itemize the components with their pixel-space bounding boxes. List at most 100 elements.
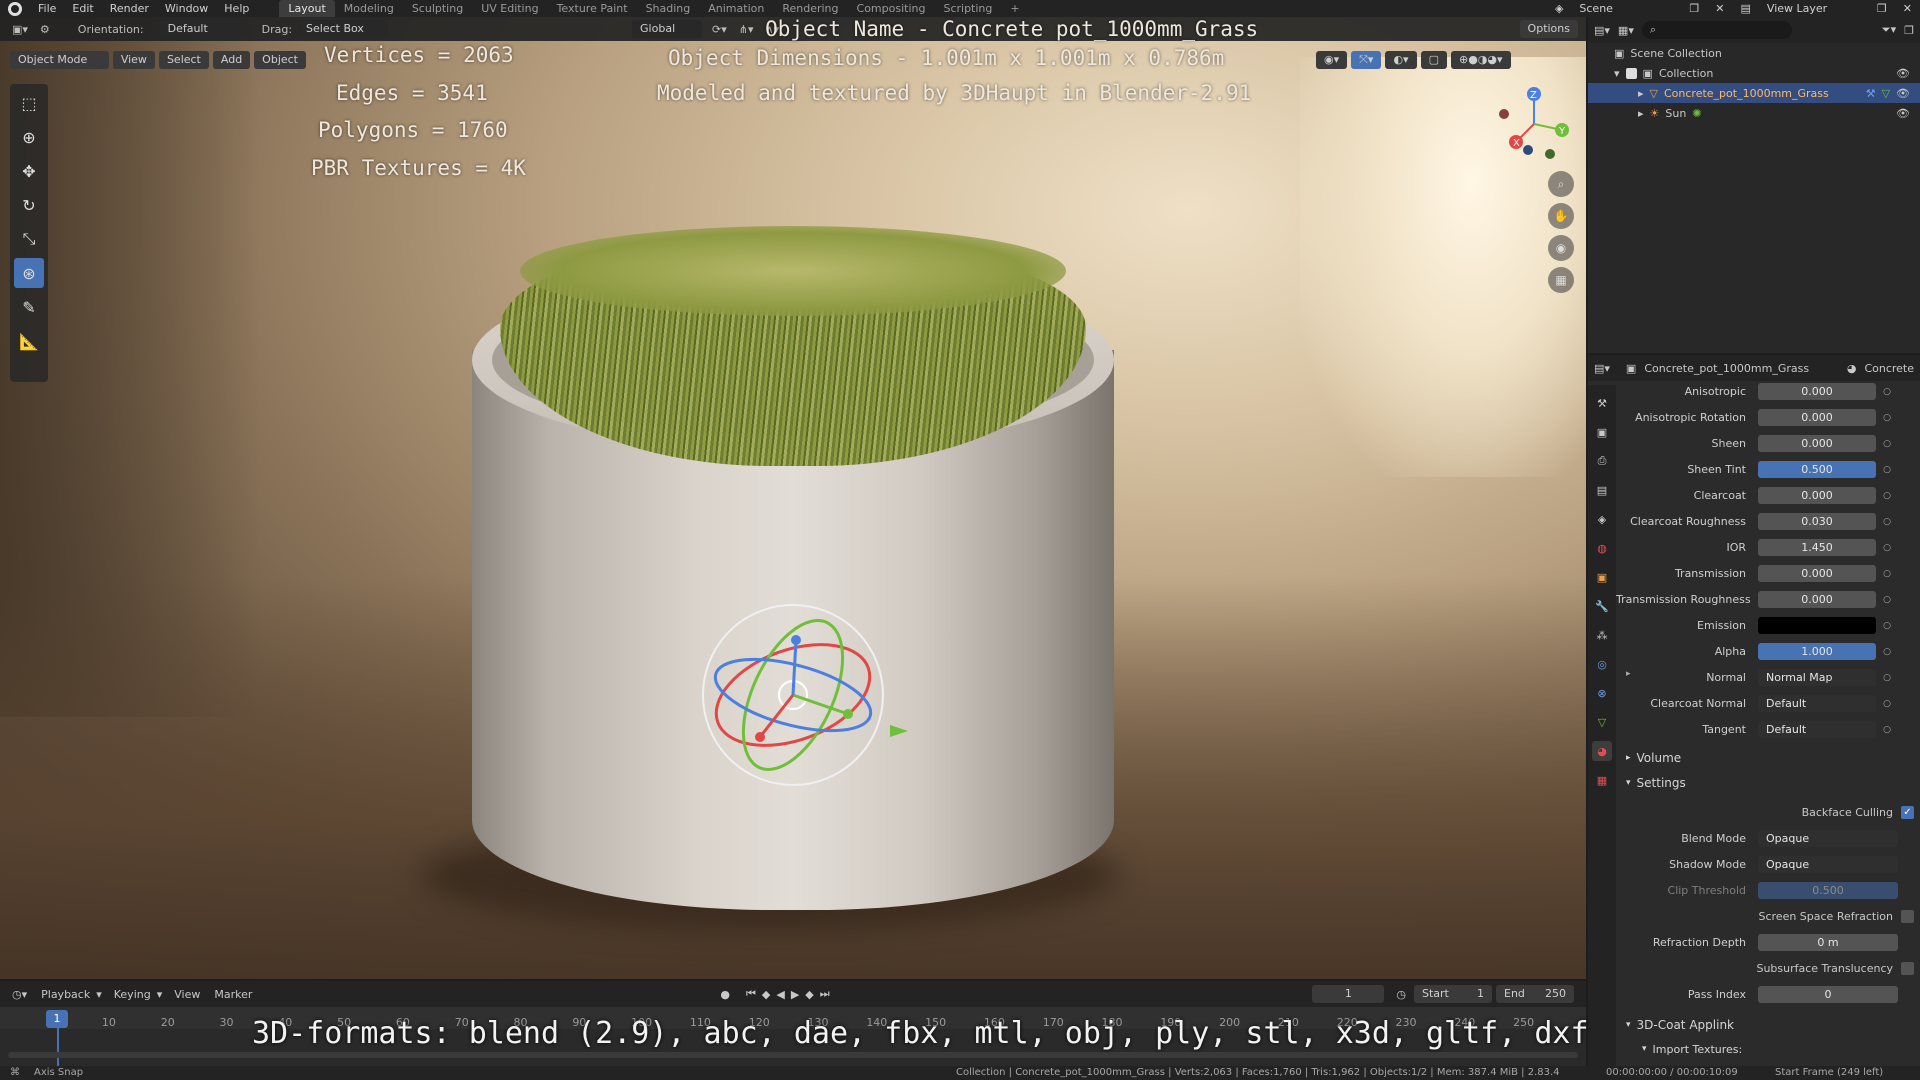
keyframe-dot-icon[interactable]: ○ [1882, 699, 1892, 709]
render-tab-icon[interactable]: ▣ [1592, 422, 1612, 442]
scene-name[interactable]: Scene [1571, 0, 1681, 17]
filter-icon[interactable]: ⏷▾ [1882, 23, 1896, 37]
display-mode-icon[interactable]: ▦▾ [1618, 24, 1634, 37]
prop-field-ior[interactable]: 1.450 [1758, 539, 1876, 556]
tool-settings-icon[interactable]: ⚙ [40, 23, 50, 36]
particles-tab-icon[interactable]: ⁂ [1592, 625, 1612, 645]
add-workspace-button[interactable]: + [1001, 0, 1028, 17]
select-box-tool-icon[interactable]: ⬚ [14, 88, 44, 118]
expand-arrow-icon[interactable]: ▸ [1638, 87, 1644, 100]
prop-field-sheen-tint[interactable]: 0.500 [1758, 461, 1876, 478]
new-collection-icon[interactable]: ❐ [1904, 24, 1914, 37]
tool-tab-icon[interactable]: ⚒ [1592, 393, 1612, 413]
outliner-editor-icon[interactable]: ▤▾ [1594, 24, 1610, 37]
tab-texture-paint[interactable]: Texture Paint [548, 0, 637, 17]
prop-field-clearcoat-normal[interactable]: Default [1758, 695, 1876, 712]
transform-gizmo[interactable] [700, 602, 886, 788]
measure-tool-icon[interactable]: 📐 [14, 326, 44, 356]
checkbox-icon[interactable] [1625, 67, 1637, 79]
backface-culling-checkbox[interactable]: ✓ [1901, 806, 1914, 819]
preview-range-icon[interactable]: ◷ [1396, 988, 1406, 1001]
keyframe-dot-icon[interactable]: ○ [1882, 543, 1892, 553]
options-dropdown[interactable]: Options [1519, 20, 1578, 38]
outliner-row-scene-collection[interactable]: ▣ Scene Collection [1588, 43, 1920, 63]
overlays-icon[interactable]: ◐▾ [1385, 51, 1417, 69]
shading-modes-icon[interactable]: ⊕●◑◕▾ [1450, 51, 1511, 69]
properties-editor-icon[interactable]: ▤▾ [1594, 362, 1610, 375]
view-layer-close-icon[interactable]: ✕ [1895, 0, 1920, 17]
ssr-checkbox[interactable] [1901, 910, 1914, 923]
transform-tool-icon[interactable]: ⊛ [14, 258, 44, 288]
view-layer-copy-icon[interactable]: ❐ [1869, 0, 1895, 17]
clip-threshold-field[interactable]: 0.500 [1758, 882, 1898, 899]
section-applink[interactable]: ▾ 3D-Coat Applink [1616, 1014, 1920, 1036]
tab-rendering[interactable]: Rendering [773, 0, 847, 17]
3d-viewport[interactable]: Vertices = 2063 Edges = 3541 Polygons = … [0, 17, 1586, 979]
camera-view-icon[interactable]: ◉ [1548, 235, 1574, 261]
expand-arrow-icon[interactable]: ▸ [1638, 107, 1644, 120]
prop-field-emission-color[interactable] [1758, 617, 1876, 634]
tab-animation[interactable]: Animation [699, 0, 773, 17]
menu-select[interactable]: Select [158, 51, 209, 69]
menu-window[interactable]: Window [157, 0, 216, 17]
timeline-scrollbar[interactable] [8, 1052, 1578, 1058]
output-tab-icon[interactable]: ⎙ [1592, 451, 1612, 471]
world-tab-icon[interactable]: ◍ [1592, 538, 1612, 558]
scene-copy-icon[interactable]: ❐ [1681, 0, 1707, 17]
menu-file[interactable]: File [30, 0, 64, 17]
navigation-gizmo[interactable]: Z Y X [1494, 84, 1574, 164]
prop-field-anisotropic-rotation[interactable]: 0.000 [1758, 409, 1876, 426]
tab-shading[interactable]: Shading [637, 0, 700, 17]
menu-edit[interactable]: Edit [64, 0, 101, 17]
tab-uv-editing[interactable]: UV Editing [472, 0, 547, 17]
keyframe-dot-icon[interactable]: ○ [1882, 387, 1892, 397]
pivot-icon[interactable]: ⟳▾ [712, 23, 727, 36]
prop-field-sheen[interactable]: 0.000 [1758, 435, 1876, 452]
xray-icon[interactable]: ▢ [1420, 51, 1447, 69]
section-settings[interactable]: ▾ Settings [1616, 772, 1920, 794]
view-layer-name[interactable]: View Layer [1759, 0, 1869, 17]
play-icon[interactable]: ▶ [791, 988, 799, 1001]
prop-field-transmission-roughness[interactable]: 0.000 [1758, 591, 1876, 608]
prop-field-tangent[interactable]: Default [1758, 721, 1876, 738]
scale-tool-icon[interactable]: ⤡ [14, 224, 44, 254]
keyframe-dot-icon[interactable]: ○ [1882, 725, 1892, 735]
data-tab-icon[interactable]: ▽ [1592, 712, 1612, 732]
prop-field-transmission[interactable]: 0.000 [1758, 565, 1876, 582]
transform-orientation-dropdown[interactable]: Global [632, 20, 703, 38]
search-icon[interactable]: ⌕ [1641, 21, 1792, 39]
gizmo-toggle-icon[interactable]: ⤧▾ [1351, 51, 1382, 69]
move-tool-icon[interactable]: ✥ [14, 156, 44, 186]
eye-icon[interactable]: 👁 [1896, 67, 1910, 80]
section-volume[interactable]: ▸ Volume [1616, 747, 1920, 769]
prop-field-clearcoat[interactable]: 0.000 [1758, 487, 1876, 504]
keyframe-dot-icon[interactable]: ○ [1882, 673, 1892, 683]
scene-close-icon[interactable]: ✕ [1707, 0, 1732, 17]
current-frame-field[interactable]: 1 [1312, 985, 1385, 1003]
menu-render[interactable]: Render [102, 0, 157, 17]
drag-dropdown[interactable]: Select Box [298, 20, 389, 38]
eye-icon[interactable]: 👁 [1896, 107, 1910, 120]
orientation-dropdown[interactable]: Default [159, 20, 252, 38]
mesh-data-icon[interactable]: ▽ [1882, 87, 1890, 100]
scene-tab-icon[interactable]: ◈ [1592, 509, 1612, 529]
view-layer-tab-icon[interactable]: ▤ [1592, 480, 1612, 500]
section-import-textures[interactable]: ▾ Import Textures: [1616, 1038, 1920, 1060]
outliner-row-pot[interactable]: ▸ ▽ Concrete_pot_1000mm_Grass ⚒ ▽ 👁 [1588, 83, 1920, 103]
menu-view[interactable]: View [174, 988, 200, 1001]
menu-add[interactable]: Add [212, 51, 251, 69]
jump-start-icon[interactable]: ⏮ [746, 987, 756, 1001]
play-reverse-icon[interactable]: ◀ [776, 988, 784, 1001]
texture-tab-icon[interactable]: ▦ [1592, 770, 1612, 790]
next-keyframe-icon[interactable]: ◆ [805, 988, 813, 1001]
object-tab-icon[interactable]: ▣ [1592, 567, 1612, 587]
tab-compositing[interactable]: Compositing [848, 0, 935, 17]
menu-view[interactable]: View [112, 51, 155, 69]
keyframe-dot-icon[interactable]: ○ [1882, 569, 1892, 579]
menu-playback[interactable]: Playback [41, 988, 90, 1001]
keyframe-dot-icon[interactable]: ○ [1882, 647, 1892, 657]
blend-mode-dropdown[interactable]: Opaque [1758, 830, 1898, 847]
playhead[interactable]: 1 [46, 1010, 68, 1028]
keyframe-dot-icon[interactable]: ○ [1882, 465, 1892, 475]
cursor-tool-icon[interactable]: ⊕ [14, 122, 44, 152]
